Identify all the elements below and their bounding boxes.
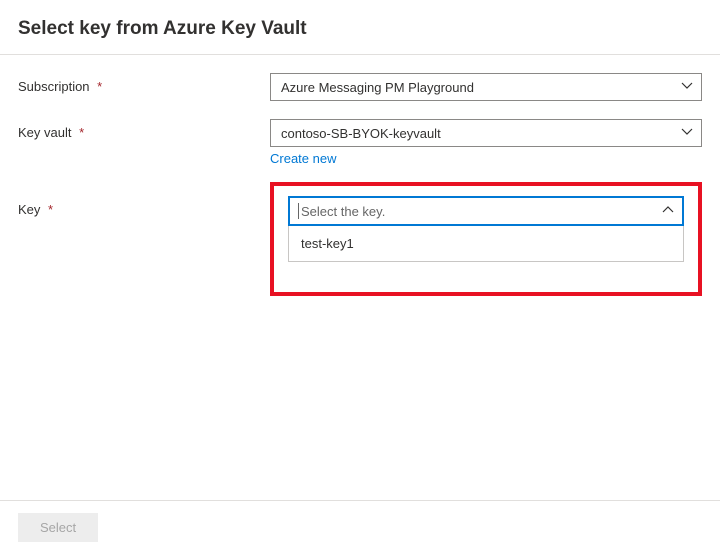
label-key: Key * [18, 184, 270, 217]
row-subscription: Subscription * Azure Messaging PM Playgr… [18, 73, 702, 101]
label-text-key: Key [18, 202, 40, 217]
input-col-keyvault: contoso-SB-BYOK-keyvault Create new [270, 119, 702, 166]
input-col-key: Select the key. test-key1 [270, 184, 702, 296]
label-text-subscription: Subscription [18, 79, 90, 94]
row-keyvault: Key vault * contoso-SB-BYOK-keyvault Cre… [18, 119, 702, 166]
subscription-value: Azure Messaging PM Playground [281, 80, 474, 95]
chevron-up-icon [662, 204, 674, 219]
label-text-keyvault: Key vault [18, 125, 71, 140]
select-button[interactable]: Select [18, 513, 98, 542]
footer: Select [0, 500, 720, 554]
page-title: Select key from Azure Key Vault [0, 0, 720, 55]
subscription-dropdown[interactable]: Azure Messaging PM Playground [270, 73, 702, 101]
key-dropdown-list: test-key1 [288, 226, 684, 262]
key-combobox[interactable]: Select the key. [288, 196, 684, 226]
row-key: Key * Select the key. test-key1 [18, 184, 702, 296]
create-new-link[interactable]: Create new [270, 151, 702, 166]
label-subscription: Subscription * [18, 73, 270, 94]
form-container: Subscription * Azure Messaging PM Playgr… [0, 55, 720, 296]
key-option[interactable]: test-key1 [289, 226, 683, 261]
required-asterisk: * [48, 202, 53, 217]
key-highlight-annotation: Select the key. test-key1 [270, 182, 702, 296]
input-col-subscription: Azure Messaging PM Playground [270, 73, 702, 101]
key-placeholder: Select the key. [301, 204, 385, 219]
chevron-down-icon [681, 80, 693, 95]
required-asterisk: * [79, 125, 84, 140]
text-cursor [298, 203, 299, 219]
keyvault-dropdown[interactable]: contoso-SB-BYOK-keyvault [270, 119, 702, 147]
keyvault-value: contoso-SB-BYOK-keyvault [281, 126, 441, 141]
label-keyvault: Key vault * [18, 119, 270, 140]
required-asterisk: * [97, 79, 102, 94]
chevron-down-icon [681, 126, 693, 141]
